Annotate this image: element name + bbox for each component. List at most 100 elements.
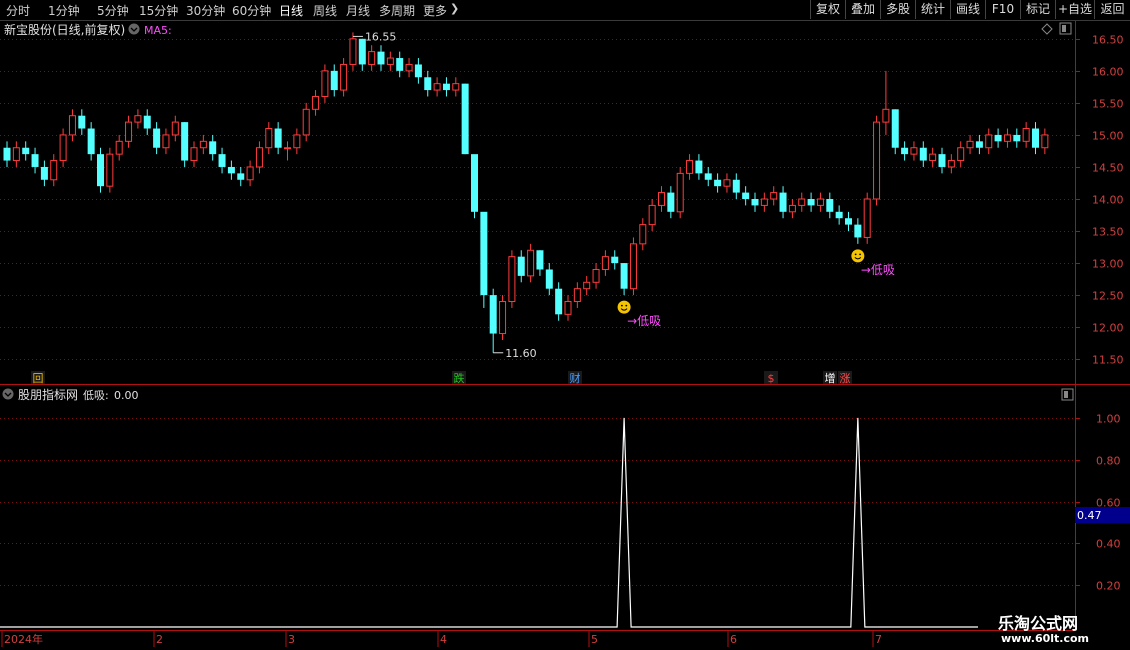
- candle-body-up: [658, 192, 665, 206]
- time-label: 3: [288, 633, 295, 646]
- candle-body-down: [536, 250, 544, 270]
- candle-body-up: [573, 288, 581, 303]
- candle-body-down: [480, 211, 488, 296]
- candle-body-down: [901, 147, 909, 155]
- candle-body-down: [695, 160, 703, 174]
- candle-body-up: [265, 128, 273, 149]
- indicator-tick-label: 0.80: [1096, 455, 1121, 468]
- candle-body-down: [807, 199, 815, 206]
- candle-body-up: [564, 301, 572, 315]
- candle-body-up: [302, 108, 310, 136]
- candle-body-down: [938, 154, 946, 167]
- price-tick-label: 14.50: [1092, 162, 1124, 175]
- candle-body-up: [508, 256, 516, 303]
- candle-body-down: [330, 70, 338, 91]
- candle-body-down: [274, 128, 282, 148]
- kline-chart[interactable]: 16.50 16.00 15.50 15.00 14.50 14.00 13.50 13.00…: [0, 0, 1130, 650]
- candle-body-down: [919, 147, 927, 161]
- time-label: 2: [156, 633, 163, 646]
- candle-body-up: [1022, 128, 1030, 142]
- candle-body-down: [891, 109, 899, 148]
- candle-body-down: [218, 154, 226, 167]
- chart-frames: [0, 21, 1130, 631]
- price-tick-label: 16.00: [1092, 66, 1124, 79]
- candle-body-up: [788, 204, 796, 213]
- candle-body-up: [125, 121, 133, 142]
- price-tick-label: 15.00: [1092, 130, 1124, 143]
- candle-body-up: [527, 249, 535, 277]
- price-tick-label: 16.50: [1092, 34, 1124, 47]
- candle-body-up: [629, 243, 637, 290]
- candle-body-down: [845, 218, 852, 225]
- sub-chart-title: 股朋指标网: [18, 387, 78, 402]
- candle-body-down: [31, 154, 39, 167]
- smiley-eye: [854, 253, 857, 256]
- candle-body-up: [106, 153, 114, 187]
- diamond-icon[interactable]: [1041, 23, 1053, 35]
- event-marker: 回: [33, 372, 44, 385]
- candle-body-up: [368, 51, 376, 65]
- price-tick-label: 11.50: [1092, 354, 1124, 367]
- candle-body-down: [471, 154, 478, 212]
- candle-body-up: [957, 147, 965, 162]
- candle-body-up: [723, 179, 731, 187]
- event-marker: 跌: [454, 371, 465, 385]
- time-label: 2024年: [4, 632, 43, 646]
- low-price-label: 11.60: [505, 347, 537, 360]
- candle-body-up: [966, 140, 974, 149]
- candle-body-down: [751, 199, 759, 206]
- price-tick-label: 13.50: [1092, 226, 1124, 239]
- candle-body-down: [555, 288, 563, 315]
- candle-body-up: [199, 140, 207, 149]
- indicator-tick-label: 0.40: [1096, 538, 1121, 551]
- candle-body-up: [601, 256, 609, 270]
- time-label: 5: [591, 633, 598, 646]
- indicator-tick-label: 1.00: [1096, 413, 1121, 426]
- candle-body-down: [22, 147, 30, 155]
- candle-body-down: [153, 128, 161, 148]
- indicator-dropdown-icon[interactable]: [128, 23, 140, 35]
- indicator-line: [0, 417, 978, 628]
- candle-body-down: [414, 64, 422, 78]
- candle-body-up: [59, 134, 67, 162]
- price-tick-label: 14.00: [1092, 194, 1124, 207]
- candle-body-up: [676, 172, 684, 213]
- candle-body-up: [798, 198, 806, 206]
- candle-body-down: [732, 179, 740, 193]
- candle-body-down: [854, 224, 862, 238]
- price-gridlines: [0, 39, 1075, 360]
- candle-body-up: [648, 204, 656, 226]
- candle-body-up: [873, 121, 881, 200]
- candle-body-down: [1032, 128, 1039, 148]
- time-label: 6: [730, 633, 737, 646]
- candle-body-up: [162, 134, 170, 149]
- candle-body-down: [714, 179, 722, 187]
- candle-body-up: [50, 160, 58, 181]
- candlesticks: [3, 32, 1049, 353]
- candle-body-down: [461, 83, 469, 155]
- candle-body-down: [994, 134, 1002, 142]
- candle-body-up: [115, 140, 123, 155]
- time-label: 4: [440, 633, 447, 646]
- candle-body-down: [667, 192, 675, 212]
- sub-indicator-value: 0.00: [114, 389, 139, 402]
- candle-body-up: [1041, 134, 1049, 149]
- price-axis: 16.50 16.00 15.50 15.00 14.50 14.00 13.50 13.00…: [1075, 34, 1124, 367]
- candle-body-down: [1013, 134, 1021, 142]
- candle-body-up: [171, 121, 179, 136]
- candle-body-up: [312, 95, 320, 110]
- watermark-title: 乐淘公式网: [998, 614, 1079, 633]
- candle-body-up: [284, 147, 291, 150]
- candle-body-up: [405, 63, 413, 72]
- indicator-gridlines: [0, 418, 1075, 586]
- candle-body-up: [293, 134, 301, 149]
- smiley-eye: [625, 304, 628, 307]
- smiley-icon: [851, 249, 865, 263]
- event-marker: $: [768, 372, 775, 385]
- price-tick-label: 15.50: [1092, 98, 1124, 111]
- candle-body-up: [583, 281, 591, 290]
- sub-indicator-dropdown-icon[interactable]: [2, 388, 14, 400]
- price-tick-label: 12.00: [1092, 322, 1124, 335]
- candle-body-down: [143, 115, 151, 129]
- smiley-icon: [617, 300, 631, 314]
